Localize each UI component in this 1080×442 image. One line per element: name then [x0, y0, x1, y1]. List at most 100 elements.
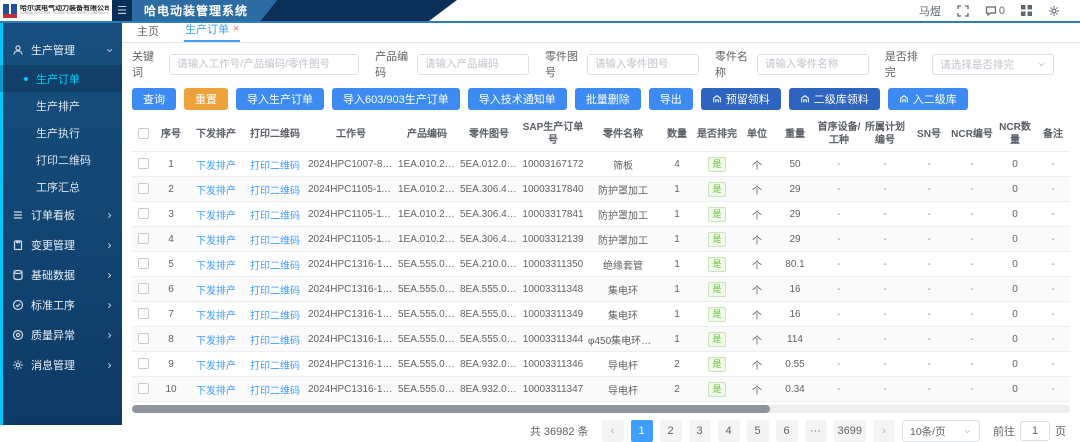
next-page-button[interactable]: › — [873, 420, 895, 442]
button-入二级库[interactable]: 入二级库 — [888, 88, 968, 110]
dispatch-link[interactable]: 下发排产 — [196, 161, 236, 172]
row-checkbox[interactable] — [138, 383, 149, 394]
select-all-checkbox[interactable] — [138, 128, 149, 139]
sidebar-item-1[interactable]: 生产管理 — [0, 35, 122, 65]
sidebar-item-6[interactable]: 质量异常 — [0, 320, 122, 350]
button-二级库领料[interactable]: 二级库领料 — [789, 88, 880, 110]
print-qr-link[interactable]: 打印二维码 — [250, 311, 300, 322]
row-checkbox[interactable] — [138, 358, 149, 369]
page-size-select[interactable]: 10条/页 — [902, 420, 980, 442]
button-导入技术通知单[interactable]: 导入技术通知单 — [468, 88, 567, 110]
filter-产品编码: 产品编码 — [375, 48, 529, 80]
sidebar-subitem[interactable]: 生产执行 — [0, 119, 122, 146]
sidebar-item-3[interactable]: 变更管理 — [0, 230, 122, 260]
check-circle-icon — [12, 299, 24, 311]
prev-page-button[interactable]: ‹ — [602, 420, 624, 442]
settings-gear-icon[interactable] — [1048, 5, 1060, 17]
row-checkbox[interactable] — [138, 308, 149, 319]
apps-grid-icon[interactable] — [1021, 5, 1032, 16]
button-预留领料[interactable]: 预留领料 — [701, 88, 781, 110]
page-button-1[interactable]: 1 — [631, 420, 653, 442]
print-qr-link[interactable]: 打印二维码 — [250, 361, 300, 372]
page-button-2[interactable]: 2 — [660, 420, 682, 442]
button-批量删除[interactable]: 批量删除 — [575, 88, 641, 110]
page-button-5[interactable]: 5 — [747, 420, 769, 442]
row-checkbox[interactable] — [138, 233, 149, 244]
print-qr-link[interactable]: 打印二维码 — [250, 386, 300, 397]
filter-input[interactable] — [587, 54, 699, 75]
table-row: 6下发排产打印二维码2024HPC1316-1833-25EA.555.0312… — [132, 277, 1070, 302]
sidebar: 生产管理生产订单生产排产生产执行打印二维码工序汇总订单看板变更管理基础数据标准工… — [0, 23, 122, 425]
print-qr-link[interactable]: 打印二维码 — [250, 211, 300, 222]
page-button-3699[interactable]: 3699 — [834, 420, 866, 442]
part-drawing-no: 5EA.306.4887 — [458, 202, 520, 227]
sap-order-no: 10003311344 — [520, 327, 586, 352]
row-checkbox[interactable] — [138, 283, 149, 294]
chevron-right-icon — [105, 301, 114, 310]
sidebar-subitem[interactable]: 工序汇总 — [0, 173, 122, 200]
print-qr-link[interactable]: 打印二维码 — [250, 161, 300, 172]
message-icon[interactable]: 0 — [985, 5, 1005, 17]
dispatch-link[interactable]: 下发排产 — [196, 261, 236, 272]
part-drawing-no: 5EA.555.0312 — [458, 327, 520, 352]
sidebar-item-5[interactable]: 标准工序 — [0, 290, 122, 320]
pagination: 共 36982 条‹123456···3699›10条/页前往页 — [122, 413, 1080, 442]
more-pages-button[interactable]: ··· — [805, 420, 827, 442]
scrollbar-thumb[interactable] — [132, 405, 770, 413]
tab-close-icon[interactable]: × — [233, 24, 239, 35]
filter-input[interactable] — [757, 54, 869, 75]
filter-input[interactable] — [169, 54, 359, 75]
sidebar-subitem[interactable]: 生产排产 — [0, 92, 122, 119]
row-checkbox[interactable] — [138, 258, 149, 269]
part-drawing-no: 5EA.012.0179 — [458, 152, 520, 177]
horizontal-scrollbar[interactable] — [132, 405, 1070, 413]
fullscreen-icon[interactable] — [957, 5, 969, 17]
dispatch-link[interactable]: 下发排产 — [196, 336, 236, 347]
filter-select[interactable]: 请选择是否排完 — [932, 54, 1054, 75]
button-导入603/903生产订单[interactable]: 导入603/903生产订单 — [332, 88, 460, 110]
goto-page-input[interactable] — [1020, 421, 1050, 441]
dispatch-link[interactable]: 下发排产 — [196, 186, 236, 197]
sidebar-subitem[interactable]: 生产订单 — [0, 65, 122, 92]
sidebar-subitem[interactable]: 打印二维码 — [0, 146, 122, 173]
column-header: NCR编号 — [950, 117, 994, 152]
user-name[interactable]: 马煜 — [919, 3, 941, 19]
dispatch-link[interactable]: 下发排产 — [196, 286, 236, 297]
scheduled-badge: 是 — [708, 332, 725, 347]
tab-主页[interactable]: 主页 — [136, 20, 160, 42]
dispatch-link[interactable]: 下发排产 — [196, 386, 236, 397]
row-checkbox[interactable] — [138, 183, 149, 194]
print-qr-link[interactable]: 打印二维码 — [250, 336, 300, 347]
row-checkbox[interactable] — [138, 333, 149, 344]
warehouse-icon — [800, 94, 810, 104]
sidebar-item-4[interactable]: 基础数据 — [0, 260, 122, 290]
page-button-3[interactable]: 3 — [689, 420, 711, 442]
dispatch-link[interactable]: 下发排产 — [196, 236, 236, 247]
row-checkbox[interactable] — [138, 208, 149, 219]
button-导入生产订单[interactable]: 导入生产订单 — [236, 88, 324, 110]
dispatch-link[interactable]: 下发排产 — [196, 311, 236, 322]
sidebar-collapse-icon[interactable]: ☰ — [112, 4, 132, 17]
page-button-4[interactable]: 4 — [718, 420, 740, 442]
company-name-english: HARBIN ELECTRIC POWER EQUIPMENT COMPANY … — [20, 12, 109, 16]
sidebar-item-2[interactable]: 订单看板 — [0, 200, 122, 230]
filter-零件图号: 零件图号 — [545, 48, 699, 80]
button-导出[interactable]: 导出 — [649, 88, 693, 110]
sap-order-no: 10003311346 — [520, 352, 586, 377]
page-button-6[interactable]: 6 — [776, 420, 798, 442]
sidebar-item-label: 质量异常 — [31, 327, 98, 343]
print-qr-link[interactable]: 打印二维码 — [250, 186, 300, 197]
dispatch-link[interactable]: 下发排产 — [196, 211, 236, 222]
row-checkbox[interactable] — [138, 158, 149, 169]
sap-order-no: 10003317841 — [520, 202, 586, 227]
print-qr-link[interactable]: 打印二维码 — [250, 286, 300, 297]
tab-生产订单[interactable]: 生产订单× — [184, 18, 240, 42]
button-重置[interactable]: 重置 — [184, 88, 228, 110]
sidebar-item-7[interactable]: 消息管理 — [0, 350, 122, 380]
button-查询[interactable]: 查询 — [132, 88, 176, 110]
dispatch-link[interactable]: 下发排产 — [196, 361, 236, 372]
filter-input[interactable] — [417, 54, 529, 75]
print-qr-link[interactable]: 打印二维码 — [250, 261, 300, 272]
print-qr-link[interactable]: 打印二维码 — [250, 236, 300, 247]
scheduled-badge: 是 — [708, 382, 725, 397]
